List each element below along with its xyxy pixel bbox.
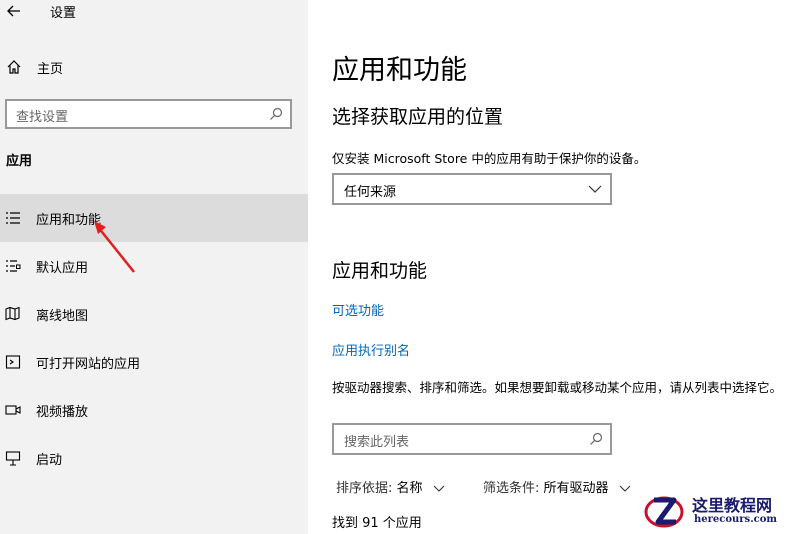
apps-search-description: 按驱动器搜索、排序和筛选。如果想要卸载或移动某个应用，请从列表中选择它。 — [332, 380, 783, 395]
filter-by-value: 所有驱动器 — [543, 481, 609, 496]
sidebar: 设置 主页 查找设置 应用 应用和功能 默认应用 离线地图 可打开网站的应用 视… — [0, 0, 308, 534]
page-title: 应用和功能 — [332, 55, 467, 86]
main-content: 应用和功能 选择获取应用的位置 仅安装 Microsoft Store 中的应用… — [308, 0, 787, 534]
app-execution-alias-link[interactable]: 应用执行别名 — [332, 340, 410, 359]
sidebar-item-video-playback[interactable]: 视频播放 — [0, 386, 308, 434]
default-apps-icon — [6, 260, 21, 272]
section-heading: 应用 — [6, 154, 33, 169]
sidebar-item-home[interactable]: 主页 — [0, 56, 308, 80]
filter-by-dropdown[interactable]: 筛选条件: 所有驱动器 — [483, 477, 631, 496]
apps-list-search-placeholder: 搜索此列表 — [344, 435, 410, 450]
watermark-text: 这里教程网 — [692, 496, 773, 515]
install-source-heading: 选择获取应用的位置 — [332, 106, 504, 128]
sidebar-item-apps-for-websites[interactable]: 可打开网站的应用 — [0, 338, 308, 386]
sort-by-value: 名称 — [396, 481, 423, 496]
settings-search-placeholder: 查找设置 — [16, 110, 69, 125]
apps-list-search-input[interactable]: 搜索此列表 — [332, 423, 612, 455]
sidebar-item-default-apps[interactable]: 默认应用 — [0, 242, 308, 290]
sidebar-item-label: 可打开网站的应用 — [36, 357, 141, 372]
search-icon — [590, 432, 603, 445]
sidebar-item-offline-maps[interactable]: 离线地图 — [0, 290, 308, 338]
sidebar-item-label: 离线地图 — [36, 309, 89, 324]
apps-features-icon — [6, 212, 20, 224]
sidebar-item-startup[interactable]: 启动 — [0, 434, 308, 482]
optional-features-link[interactable]: 可选功能 — [332, 300, 384, 319]
sidebar-item-label: 视频播放 — [36, 405, 89, 420]
chevron-down-icon — [433, 485, 445, 492]
offline-maps-icon — [5, 306, 20, 321]
install-source-description: 仅安装 Microsoft Store 中的应用有助于保护你的设备。 — [332, 151, 647, 166]
settings-search-input[interactable]: 查找设置 — [5, 99, 292, 129]
sort-by-dropdown[interactable]: 排序依据: 名称 — [336, 477, 445, 496]
red-arrow-annotation-icon — [94, 221, 135, 273]
video-playback-icon — [5, 405, 21, 415]
home-icon — [7, 60, 21, 74]
apps-count: 找到 91 个应用 — [332, 516, 422, 531]
watermark-url: herecours.com — [694, 514, 778, 525]
chevron-down-icon — [588, 185, 602, 193]
install-source-dropdown[interactable]: 任何来源 — [332, 173, 612, 205]
window-title: 设置 — [50, 6, 77, 21]
sidebar-item-label: 默认应用 — [36, 261, 89, 276]
startup-icon — [5, 451, 21, 466]
sort-by-label: 排序依据: — [336, 481, 393, 496]
sidebar-item-apps-features[interactable]: 应用和功能 — [0, 194, 308, 242]
filter-by-label: 筛选条件: — [483, 481, 540, 496]
watermark: 这里教程网 herecours.com — [638, 488, 787, 534]
back-arrow-icon[interactable] — [6, 3, 22, 19]
chevron-down-icon — [619, 485, 631, 492]
watermark-logo-icon — [644, 496, 684, 528]
search-icon — [270, 107, 283, 120]
sidebar-item-label: 启动 — [36, 453, 63, 468]
install-source-value: 任何来源 — [344, 185, 397, 200]
apps-for-websites-icon — [5, 355, 21, 369]
home-label: 主页 — [37, 62, 64, 77]
apps-features-heading: 应用和功能 — [332, 260, 428, 282]
